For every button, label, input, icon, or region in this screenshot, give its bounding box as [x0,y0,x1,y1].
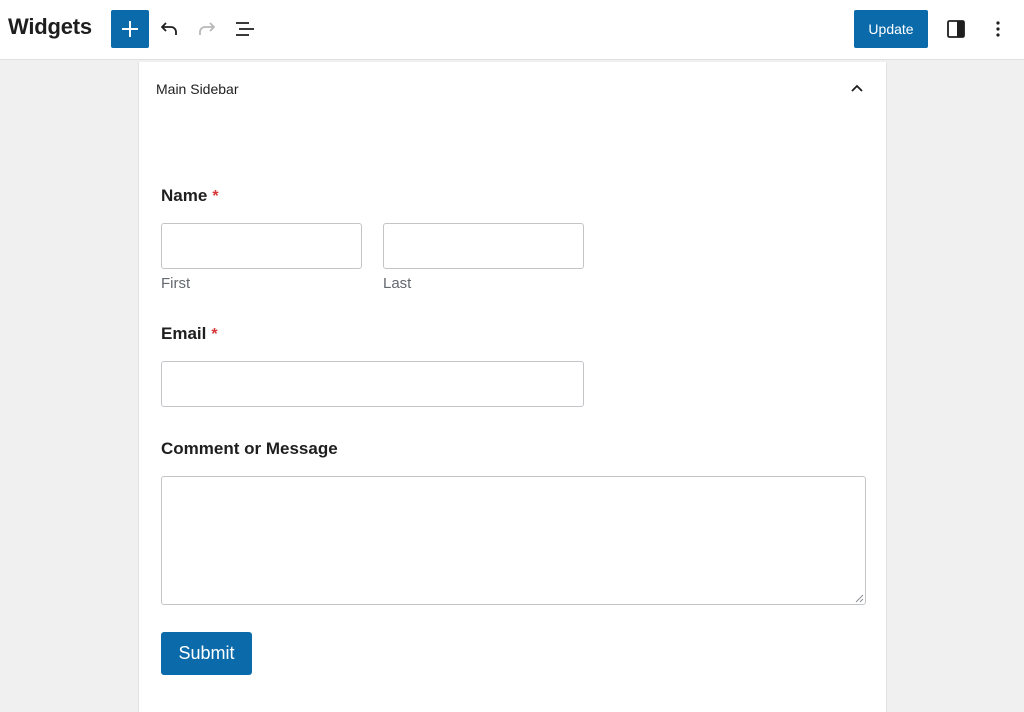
page-title: Widgets [8,14,92,39]
list-view-button[interactable] [229,13,261,45]
last-name-input[interactable] [383,223,584,269]
required-mark: * [211,326,218,343]
message-textarea[interactable] [161,476,866,605]
required-mark: * [212,188,219,205]
email-field-label: Email * [161,324,218,344]
plus-icon [122,21,138,37]
list-view-icon [236,22,254,36]
undo-button[interactable] [153,13,185,45]
widget-area-title: Main Sidebar [156,81,239,97]
submit-button[interactable]: Submit [161,632,252,675]
name-label-text: Name [161,186,208,205]
settings-button[interactable] [940,13,972,45]
first-name-input[interactable] [161,223,362,269]
more-vertical-icon [996,21,1000,37]
redo-button[interactable] [191,13,223,45]
message-field-label: Comment or Message [161,439,338,458]
resize-grip-icon[interactable] [854,593,864,603]
collapse-panel-button[interactable] [845,76,869,100]
update-button[interactable]: Update [854,10,928,48]
first-name-sublabel: First [161,275,191,292]
last-name-sublabel: Last [383,275,412,292]
add-block-button[interactable] [111,10,149,48]
widget-area-panel: Main Sidebar Name * First Last Email * Com… [138,62,887,712]
chevron-up-icon [851,84,863,92]
email-input[interactable] [161,361,584,407]
redo-icon [199,22,215,35]
sidebar-toggle-icon [947,20,965,38]
header-toolbar: Widgets Update [0,0,1024,60]
name-field-label: Name * [161,186,219,206]
undo-icon [161,22,177,35]
email-label-text: Email [161,324,207,343]
options-button[interactable] [982,13,1014,45]
